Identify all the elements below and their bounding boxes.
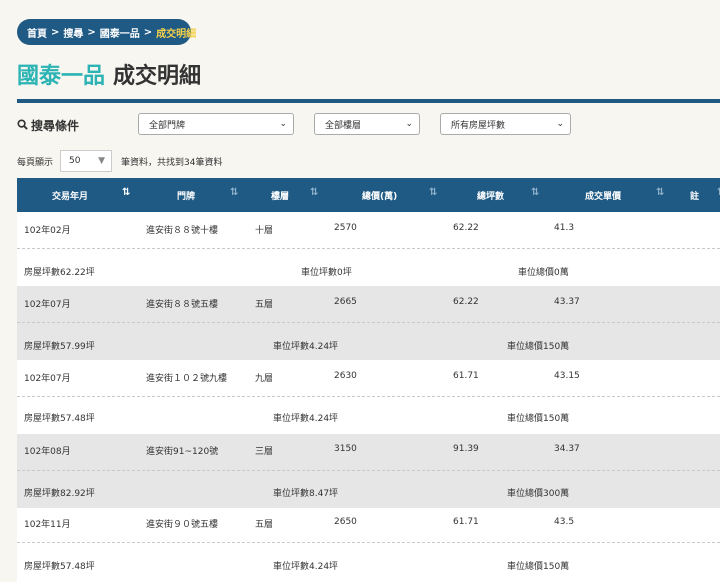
- cell-area: 62.22: [453, 223, 479, 233]
- column-header-unit-price[interactable]: 成交單價: [585, 189, 621, 202]
- sort-arrows-icon[interactable]: ⇅: [656, 187, 664, 198]
- cell-floor: 九層: [255, 374, 274, 384]
- cell-unit-price: 43.15: [554, 371, 580, 381]
- detail-parking-price: 車位總價150萬: [507, 342, 570, 352]
- detail-parking-price: 車位總價300萬: [507, 489, 570, 499]
- search-icon: [17, 118, 31, 133]
- cell-total: 2630: [334, 371, 357, 381]
- sort-arrows-icon[interactable]: ⇅: [429, 187, 437, 198]
- project-name: 國泰一品: [17, 64, 106, 89]
- breadcrumb-home-link[interactable]: 首頁: [27, 25, 47, 40]
- sort-arrows-icon[interactable]: ⇅: [122, 187, 130, 198]
- search-conditions-label: 搜尋條件: [17, 117, 79, 134]
- chevron-down-icon: ⌄: [405, 119, 413, 129]
- per-page-value: 50: [69, 156, 81, 166]
- cell-floor: 三層: [255, 447, 274, 457]
- cell-total: 2650: [334, 517, 357, 527]
- cell-area: 61.71: [453, 371, 479, 381]
- table-row: 102年11月 進安街９０號五樓 五層 2650 61.71 43.5 房屋坪數…: [17, 508, 720, 582]
- detail-parking-price: 車位總價150萬: [507, 414, 570, 424]
- row-divider: [17, 470, 720, 471]
- detail-parking-price: 車位總價150萬: [507, 562, 570, 572]
- paging-bar: 每頁顯示 50 ▼ 筆資料，共找到34筆資料: [17, 150, 222, 172]
- address-filter-value: 全部門牌: [149, 120, 186, 131]
- breadcrumb-search-link[interactable]: 搜尋: [63, 25, 83, 40]
- detail-parking-area: 車位坪數4.24坪: [273, 562, 339, 572]
- row-divider: [17, 542, 720, 543]
- column-header-note[interactable]: 註: [690, 189, 699, 202]
- detail-parking-area: 車位坪數0坪: [301, 268, 352, 278]
- row-divider: [17, 322, 720, 323]
- per-page-label: 每頁顯示: [17, 157, 54, 168]
- cell-unit-price: 43.5: [554, 517, 575, 527]
- cell-date: 102年07月: [24, 374, 71, 384]
- area-filter-select[interactable]: 所有房屋坪數 ⌄: [440, 113, 571, 135]
- cell-unit-price: 43.37: [554, 297, 580, 307]
- breadcrumb: 首頁 > 搜尋 > 國泰一品 > 成交明細: [17, 19, 196, 45]
- breadcrumb-project-link[interactable]: 國泰一品: [100, 25, 140, 40]
- detail-parking-area: 車位坪數4.24坪: [273, 342, 339, 352]
- title-divider: [17, 99, 720, 103]
- per-page-select[interactable]: 50 ▼: [60, 150, 113, 172]
- cell-address: 進安街１０２號九樓: [146, 374, 228, 384]
- triangle-down-icon: ▼: [98, 156, 106, 166]
- detail-house-area: 房屋坪數57.48坪: [24, 414, 95, 424]
- cell-unit-price: 41.3: [554, 223, 575, 233]
- table-row: 102年07月 進安街８８號五樓 五層 2665 62.22 43.37 房屋坪…: [17, 286, 720, 360]
- breadcrumb-separator: >: [87, 26, 96, 38]
- row-divider: [17, 396, 720, 397]
- table-row: 102年07月 進安街１０２號九樓 九層 2630 61.71 43.15 房屋…: [17, 360, 720, 434]
- sort-arrows-icon[interactable]: ⇅: [230, 187, 238, 198]
- cell-date: 102年08月: [24, 447, 71, 457]
- cell-date: 102年11月: [24, 520, 71, 530]
- column-header-total[interactable]: 總價(萬): [362, 189, 397, 202]
- cell-area: 91.39: [453, 444, 479, 454]
- breadcrumb-current: 成交明細: [156, 28, 197, 40]
- detail-parking-area: 車位坪數8.47坪: [273, 489, 339, 499]
- column-header-floor[interactable]: 樓層: [271, 189, 289, 202]
- floor-filter-value: 全部樓層: [325, 120, 362, 131]
- result-count-text: 筆資料，共找到34筆資料: [121, 157, 223, 168]
- column-header-area[interactable]: 總坪數: [477, 189, 504, 202]
- cell-date: 102年07月: [24, 300, 71, 310]
- cell-floor: 五層: [255, 300, 274, 310]
- breadcrumb-separator: >: [51, 26, 60, 38]
- cell-address: 進安街８８號五樓: [146, 300, 219, 310]
- chevron-down-icon: ⌄: [556, 119, 564, 129]
- cell-address: 進安街９０號五樓: [146, 520, 219, 530]
- cell-address: 進安街91~120號: [146, 447, 219, 457]
- detail-house-area: 房屋坪數57.99坪: [24, 342, 95, 352]
- cell-total: 3150: [334, 444, 357, 454]
- cell-unit-price: 34.37: [554, 444, 580, 454]
- detail-parking-price: 車位總價0萬: [518, 268, 569, 278]
- detail-house-area: 房屋坪數57.48坪: [24, 562, 95, 572]
- page-title: 國泰一品 成交明細: [17, 58, 201, 90]
- sort-arrows-icon[interactable]: ⇅: [310, 187, 318, 198]
- cell-address: 進安街８８號十樓: [146, 226, 219, 236]
- row-divider: [17, 248, 720, 249]
- detail-house-area: 房屋坪數62.22坪: [24, 268, 95, 278]
- table-row: 102年08月 進安街91~120號 三層 3150 91.39 34.37 房…: [17, 434, 720, 508]
- address-filter-select[interactable]: 全部門牌 ⌄: [138, 113, 294, 135]
- cell-floor: 五層: [255, 520, 274, 530]
- column-header-date[interactable]: 交易年月: [52, 189, 88, 202]
- table-row: 102年02月 進安街８８號十樓 十層 2570 62.22 41.3 房屋坪數…: [17, 212, 720, 286]
- cell-total: 2570: [334, 223, 357, 233]
- table-header: 交易年月 ⇅ 門牌 ⇅ 樓層 ⇅ 總價(萬) ⇅ 總坪數 ⇅ 成交單價 ⇅ 註 …: [17, 178, 720, 212]
- detail-parking-area: 車位坪數4.24坪: [273, 414, 339, 424]
- cell-area: 62.22: [453, 297, 479, 307]
- breadcrumb-separator: >: [143, 26, 153, 38]
- detail-house-area: 房屋坪數82.92坪: [24, 489, 95, 499]
- cell-floor: 十層: [255, 226, 274, 236]
- floor-filter-select[interactable]: 全部樓層 ⌄: [314, 113, 420, 135]
- search-label-text: 搜尋條件: [31, 119, 80, 133]
- sort-arrows-icon[interactable]: ⇅: [531, 187, 539, 198]
- section-name: 成交明細: [113, 64, 202, 89]
- cell-total: 2665: [334, 297, 357, 307]
- cell-date: 102年02月: [24, 226, 71, 236]
- chevron-down-icon: ⌄: [279, 119, 287, 129]
- area-filter-value: 所有房屋坪數: [451, 120, 506, 131]
- cell-area: 61.71: [453, 517, 479, 527]
- column-header-address[interactable]: 門牌: [177, 189, 195, 202]
